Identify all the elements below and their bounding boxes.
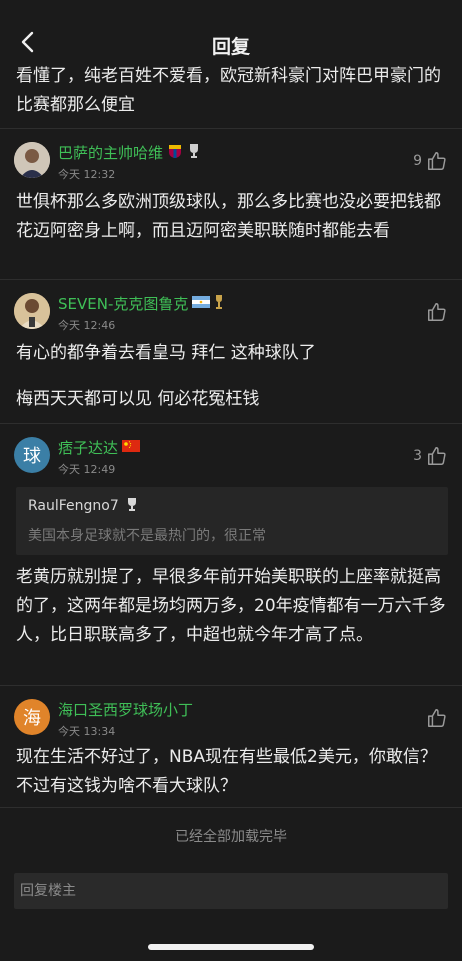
comment-item: 海 海口圣西罗球场小丁 今天 13:34 现在生活不好过了，NBA现在有些最低2… xyxy=(0,685,462,807)
comment-item: 巴萨的主帅哈维 今天 12:32 9 世俱杯那么多欧洲顶级球队，那么多比赛也没必… xyxy=(0,128,462,278)
top-nav-bar: 回复 xyxy=(0,0,462,62)
reply-input[interactable] xyxy=(14,873,448,909)
username-text: SEVEN-克克图鲁克 xyxy=(58,295,189,313)
user-avatar-icon xyxy=(14,293,50,329)
comment-text-line: 有心的都争着去看皇马 拜仁 这种球队了 xyxy=(16,343,316,363)
like-button[interactable] xyxy=(422,707,448,729)
username[interactable]: 痞子达达 xyxy=(58,437,141,458)
username[interactable]: 海口圣西罗球场小丁 xyxy=(58,699,193,720)
comment-text: 世俱杯那么多欧洲顶级球队，那么多比赛也没必要把钱都花迈阿密身上啊，而且迈阿密美职… xyxy=(16,192,441,241)
trophy-icon xyxy=(126,497,138,516)
thumbs-up-icon xyxy=(428,709,446,727)
argentina-flag-icon xyxy=(192,295,211,312)
china-flag-icon xyxy=(122,439,141,456)
username[interactable]: 巴萨的主帅哈维 xyxy=(58,142,201,163)
comment-item: SEVEN-克克图鲁克 今天 12:46 有心的都争着去看皇马 拜仁 这种球队了… xyxy=(0,279,462,423)
trophy-icon xyxy=(187,143,201,163)
like-button[interactable]: 9 xyxy=(413,150,448,172)
comment-time: 今天 13:34 xyxy=(58,725,116,738)
avatar[interactable] xyxy=(14,293,50,329)
username-text: 痞子达达 xyxy=(58,439,119,457)
username-text: 海口圣西罗球场小丁 xyxy=(58,701,194,719)
avatar[interactable]: 海 xyxy=(14,699,50,735)
all-loaded-text: 已经全部加载完毕 xyxy=(175,829,287,845)
comment-time: 今天 12:49 xyxy=(58,463,116,476)
quoted-reply[interactable]: RaulFengno7 美国本身足球就不是最热门的，很正常 xyxy=(16,487,448,555)
comment-text: 现在生活不好过了，NBA现在有些最低2美元，你敢信？不过有这钱为啥不看大球队？ xyxy=(16,747,437,796)
divider xyxy=(0,807,462,808)
barcelona-badge-icon xyxy=(167,143,183,163)
username-text: 巴萨的主帅哈维 xyxy=(58,144,164,162)
page-title: 回复 xyxy=(211,36,250,58)
comment-text: 老黄历就别提了，早很多年前开始美职联的上座率就挺高的了，这两年都是场均两万多，2… xyxy=(16,567,446,645)
thumbs-up-icon xyxy=(428,152,446,170)
comment-text-line: 梅西天天都可以见 何必花冤枉钱 xyxy=(16,389,260,409)
thumbs-up-icon xyxy=(428,303,446,321)
user-avatar-icon xyxy=(14,142,50,178)
comment-time: 今天 12:46 xyxy=(58,319,116,332)
trophy-icon xyxy=(214,294,224,314)
like-button[interactable]: 3 xyxy=(413,445,448,467)
username[interactable]: SEVEN-克克图鲁克 xyxy=(58,293,224,314)
home-indicator[interactable] xyxy=(148,944,314,950)
like-button[interactable] xyxy=(422,301,448,323)
like-count: 9 xyxy=(413,153,422,169)
like-count: 3 xyxy=(413,448,422,464)
avatar[interactable]: 球 xyxy=(14,437,50,473)
comment-time: 今天 12:32 xyxy=(58,168,116,181)
avatar[interactable] xyxy=(14,142,50,178)
original-post-text: 看懂了，纯老百姓不爱看，欧冠新科豪门对阵巴甲豪门的比赛都那么便宜 xyxy=(16,66,441,115)
reply-bar[interactable] xyxy=(14,873,448,909)
quote-username: RaulFengno7 xyxy=(28,498,119,514)
avatar-initial: 球 xyxy=(23,446,41,467)
avatar-initial: 海 xyxy=(23,708,41,729)
quote-text: 美国本身足球就不是最热门的，很正常 xyxy=(28,528,266,544)
thumbs-up-icon xyxy=(428,447,446,465)
quote-user: RaulFengno7 xyxy=(28,497,138,516)
